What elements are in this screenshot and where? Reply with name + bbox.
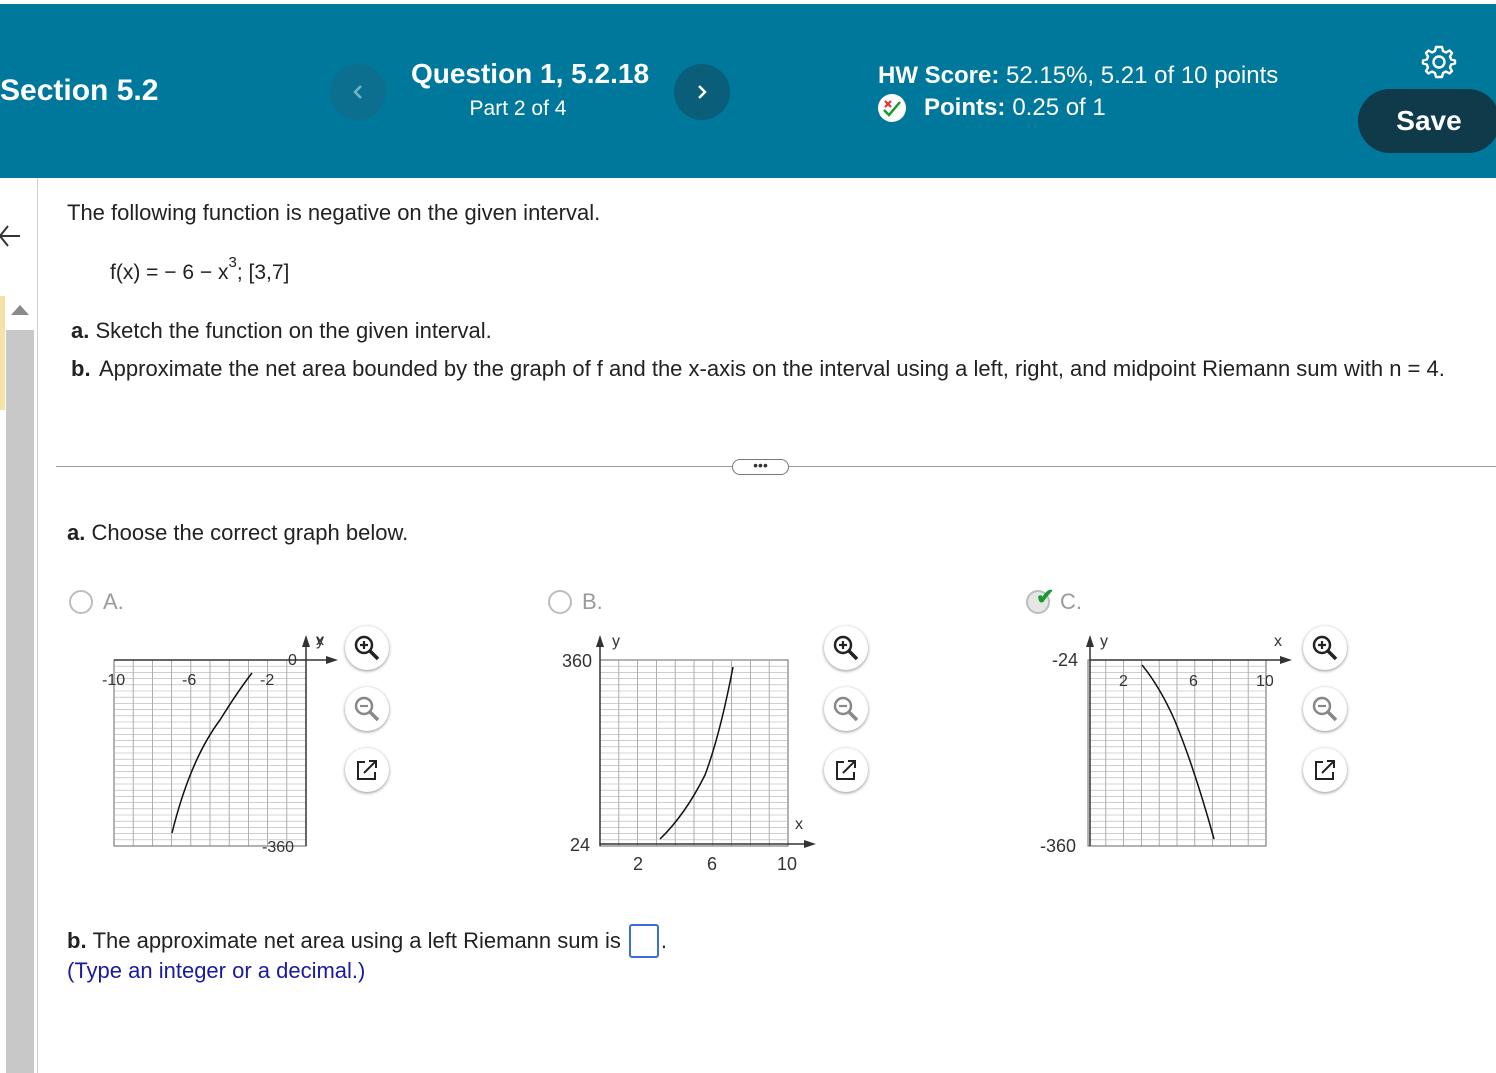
graph-b-ytick-0: 360 xyxy=(562,651,592,671)
zoom-in-icon xyxy=(1312,635,1338,661)
part-a-instruction: a. Sketch the function on the given inte… xyxy=(71,318,492,344)
hw-score-label: HW Score: xyxy=(878,62,1000,89)
gear-icon xyxy=(1421,45,1457,79)
section-title: Section 5.2 xyxy=(0,74,159,107)
option-a-radio[interactable] xyxy=(69,590,93,614)
settings-button[interactable] xyxy=(1420,42,1458,80)
graph-c-grid xyxy=(1087,659,1267,847)
graph-a: -10 -6 -2 0 -360 x y xyxy=(90,625,350,870)
function-lhs: f(x) = − 6 − x xyxy=(110,261,229,284)
option-c[interactable]: ✔ C. xyxy=(1026,584,1082,615)
answer-b-label: b. xyxy=(67,928,87,953)
part-b-instruction: b. Approximate the net area bounded by th… xyxy=(71,354,1476,383)
graph-c-xtick-1: 6 xyxy=(1189,673,1198,690)
previous-question-button[interactable] xyxy=(330,64,386,120)
function-definition: f(x) = − 6 − x3; [3,7] xyxy=(110,254,290,285)
graph-b: 2 6 10 360 24 x y xyxy=(562,625,830,890)
graph-c-xaxis-label: x xyxy=(1274,633,1282,650)
option-a[interactable]: A. xyxy=(69,589,124,615)
graph-c-xtick-0: 2 xyxy=(1119,673,1128,690)
part-a-answer-prompt: a. Choose the correct graph below. xyxy=(67,520,408,546)
checkmark-icon: ✔ xyxy=(1036,584,1055,609)
question-points: Points: 0.25 of 1 xyxy=(878,94,1106,122)
graph-a-ytick-0: 0 xyxy=(288,652,297,669)
arrow-left-icon xyxy=(0,225,20,247)
pop-out-icon xyxy=(836,760,856,780)
graph-c-yaxis-label: y xyxy=(1100,633,1108,650)
graph-a-zoom-out-button[interactable] xyxy=(345,687,389,731)
partial-credit-icon xyxy=(878,94,906,122)
graph-b-ytick-1: 24 xyxy=(570,835,590,855)
option-c-radio[interactable]: ✔ xyxy=(1026,584,1054,614)
graph-a-zoom-in-button[interactable] xyxy=(345,626,389,670)
zoom-out-icon xyxy=(354,696,380,722)
graph-b-xtick-2: 10 xyxy=(777,854,797,874)
graph-b-zoom-in-button[interactable] xyxy=(824,626,868,670)
left-riemann-sum-input[interactable] xyxy=(628,924,659,958)
graph-a-pop-out-button[interactable] xyxy=(345,748,389,792)
graph-c-ytick-0: -24 xyxy=(1052,650,1078,670)
zoom-in-icon xyxy=(833,635,859,661)
option-a-letter: A. xyxy=(103,589,124,614)
hw-score: HW Score: 52.15%, 5.21 of 10 points xyxy=(878,62,1278,90)
part-b-answer-row: b. The approximate net area using a left… xyxy=(67,924,667,958)
answer-format-hint: (Type an integer or a decimal.) xyxy=(67,958,366,983)
answer-a-label: a. xyxy=(67,520,86,545)
answer-b-period: . xyxy=(660,928,667,953)
graph-c: 2 6 10 -24 -360 x y xyxy=(1040,625,1310,870)
expand-divider-button[interactable]: ••• xyxy=(732,458,789,475)
function-exponent: 3 xyxy=(228,254,237,271)
save-button[interactable]: Save xyxy=(1358,89,1496,153)
graph-a-ytick-1: -360 xyxy=(262,839,294,856)
option-b-letter: B. xyxy=(582,589,603,614)
graph-c-zoom-out-button[interactable] xyxy=(1303,687,1347,731)
graph-b-xtick-1: 6 xyxy=(707,854,717,874)
points-value: 0.25 of 1 xyxy=(1012,94,1106,121)
graph-a-yaxis-label: y xyxy=(316,632,324,649)
graph-c-pop-out-button[interactable] xyxy=(1303,748,1347,792)
option-b-radio[interactable] xyxy=(548,590,572,614)
points-label: Points: xyxy=(924,94,1006,121)
graph-a-grid xyxy=(113,659,307,847)
pop-out-icon xyxy=(1315,760,1335,780)
function-interval: ; [3,7] xyxy=(236,261,290,284)
zoom-out-icon xyxy=(833,696,859,722)
graph-a-xtick-0: -10 xyxy=(102,672,125,689)
header-top-strip xyxy=(0,0,1496,4)
next-question-button[interactable] xyxy=(674,64,730,120)
zoom-in-icon xyxy=(354,635,380,661)
pop-out-icon xyxy=(357,760,377,780)
rail-highlight xyxy=(0,296,5,410)
collapse-panel-button[interactable] xyxy=(0,220,22,250)
zoom-out-icon xyxy=(1312,696,1338,722)
answer-b-prompt: The approximate net area using a left Ri… xyxy=(92,928,621,953)
graph-b-pop-out-button[interactable] xyxy=(824,748,868,792)
answer-a-text: Choose the correct graph below. xyxy=(91,520,409,545)
option-c-letter: C. xyxy=(1060,589,1082,614)
scrollbar-thumb[interactable] xyxy=(6,330,34,1073)
part-a-text: Sketch the function on the given interva… xyxy=(95,318,492,343)
graph-c-xtick-2: 10 xyxy=(1256,673,1274,690)
graph-b-yaxis-label: y xyxy=(612,633,620,650)
graph-b-grid xyxy=(599,659,789,847)
assignment-header: Section 5.2 Question 1, 5.2.18 Part 2 of… xyxy=(0,0,1496,178)
chevron-left-icon xyxy=(353,85,362,99)
graph-b-xaxis-label: x xyxy=(795,816,803,833)
question-title: Question 1, 5.2.18 xyxy=(410,58,650,89)
question-part: Part 2 of 4 xyxy=(469,97,567,120)
question-intro: The following function is negative on th… xyxy=(67,200,601,225)
part-b-text: Approximate the net area bounded by the … xyxy=(99,356,1445,381)
chevron-right-icon xyxy=(698,85,707,99)
graph-a-xtick-2: -2 xyxy=(260,672,274,689)
graph-c-ytick-1: -360 xyxy=(1040,836,1076,856)
option-b[interactable]: B. xyxy=(548,589,603,615)
graph-a-xtick-1: -6 xyxy=(182,672,196,689)
part-a-label: a. xyxy=(71,318,90,343)
graph-b-zoom-out-button[interactable] xyxy=(824,687,868,731)
graph-b-xtick-0: 2 xyxy=(633,854,643,874)
hw-score-value: 52.15%, 5.21 of 10 points xyxy=(1006,62,1279,89)
graph-c-zoom-in-button[interactable] xyxy=(1303,626,1347,670)
scroll-up-arrow-icon[interactable] xyxy=(11,305,29,315)
part-b-label: b. xyxy=(71,356,91,381)
